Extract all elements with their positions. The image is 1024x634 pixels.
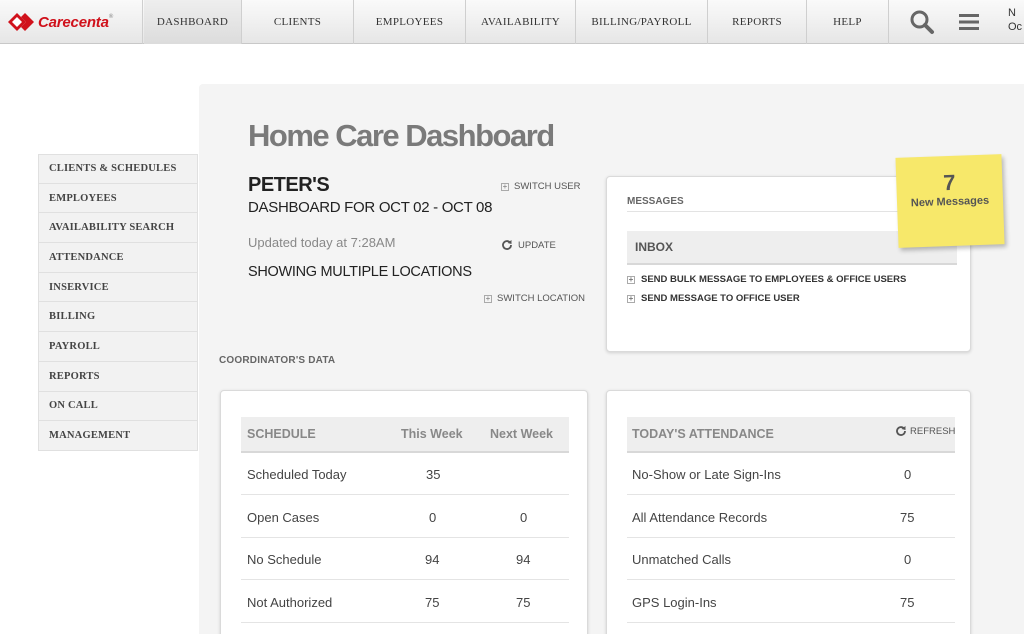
next-week-value: 75 bbox=[516, 595, 531, 610]
next-week-heading: Next Week bbox=[490, 427, 553, 441]
table-row[interactable]: No-Show or Late Sign-Ins 0 bbox=[627, 453, 955, 495]
sidebar-item-billing[interactable]: BILLING bbox=[38, 302, 198, 333]
new-messages-sticky-note[interactable]: 7 New Messages bbox=[895, 154, 1005, 248]
sidebar-item-employees[interactable]: EMPLOYEES bbox=[38, 183, 198, 214]
schedule-table-header: SCHEDULE This Week Next Week bbox=[241, 417, 569, 453]
send-bulk-message-label: SEND BULK MESSAGE TO EMPLOYEES & OFFICE … bbox=[641, 274, 907, 285]
this-week-value: 75 bbox=[425, 595, 440, 610]
brand-name: Carecenta® bbox=[38, 13, 113, 31]
this-week-value: 0 bbox=[429, 510, 437, 525]
row-label: No-Show or Late Sign-Ins bbox=[632, 467, 781, 482]
row-value: 75 bbox=[900, 595, 915, 610]
top-navigation-bar: Carecenta® DASHBOARD CLIENTS EMPLOYEES A… bbox=[0, 0, 1024, 44]
menu-icon[interactable] bbox=[952, 0, 986, 44]
table-row[interactable]: All Attendance Records 75 bbox=[627, 496, 955, 538]
next-week-value: 0 bbox=[520, 510, 528, 525]
date-range: DASHBOARD FOR OCT 02 - OCT 08 bbox=[248, 199, 493, 216]
row-value: 0 bbox=[904, 467, 912, 482]
row-label: Unmatched Calls bbox=[632, 552, 731, 567]
carecenta-logo[interactable]: Carecenta® bbox=[0, 0, 143, 44]
send-office-message-label: SEND MESSAGE TO OFFICE USER bbox=[641, 293, 800, 304]
row-label: GPS Login-Ins bbox=[632, 595, 717, 610]
this-week-heading: This Week bbox=[401, 427, 463, 441]
attendance-heading: TODAY'S ATTENDANCE bbox=[632, 427, 774, 441]
row-label: Open Cases bbox=[247, 510, 320, 525]
table-row[interactable]: Open Cases 0 0 bbox=[241, 496, 569, 538]
sidebar-item-clients-schedules[interactable]: CLIENTS & SCHEDULES bbox=[38, 154, 198, 184]
locations-label: SHOWING MULTIPLE LOCATIONS bbox=[248, 264, 472, 280]
coordinators-data-label: COORDINATOR'S DATA bbox=[219, 355, 336, 366]
sidebar-menu: CLIENTS & SCHEDULES EMPLOYEES AVAILABILI… bbox=[38, 154, 198, 451]
new-messages-label: New Messages bbox=[910, 194, 990, 210]
nav-availability[interactable]: AVAILABILITY bbox=[466, 0, 576, 44]
row-label: Scheduled Today bbox=[247, 467, 347, 482]
plus-icon: + bbox=[484, 293, 492, 303]
this-week-value: 35 bbox=[426, 467, 441, 482]
nav-help[interactable]: HELP bbox=[807, 0, 889, 44]
send-bulk-message-link[interactable]: + SEND BULK MESSAGE TO EMPLOYEES & OFFIC… bbox=[627, 274, 906, 285]
nav-reports[interactable]: REPORTS bbox=[708, 0, 807, 44]
user-info-truncated[interactable]: N Oc bbox=[1008, 6, 1022, 34]
table-row[interactable]: No Schedule 94 94 bbox=[241, 538, 569, 580]
row-label: No Schedule bbox=[247, 552, 322, 567]
row-value: 75 bbox=[900, 510, 915, 525]
sidebar-item-availability-search[interactable]: AVAILABILITY SEARCH bbox=[38, 213, 198, 244]
this-week-value: 94 bbox=[425, 552, 440, 567]
table-row[interactable]: Scheduled Today 35 bbox=[241, 453, 569, 495]
switch-user-link[interactable]: + SWITCH USER bbox=[501, 181, 581, 192]
switch-location-label: SWITCH LOCATION bbox=[497, 293, 585, 304]
search-icon[interactable] bbox=[902, 0, 942, 44]
refresh-button[interactable]: REFRESH bbox=[895, 425, 955, 437]
attendance-card: TODAY'S ATTENDANCE REFRESH No-Show or La… bbox=[606, 390, 971, 634]
nav-billing-payroll[interactable]: BILLING/PAYROLL bbox=[576, 0, 708, 44]
next-week-value: 94 bbox=[516, 552, 531, 567]
plus-icon: + bbox=[627, 274, 635, 284]
send-office-message-link[interactable]: + SEND MESSAGE TO OFFICE USER bbox=[627, 293, 800, 304]
switch-user-label: SWITCH USER bbox=[514, 181, 581, 192]
schedule-card: SCHEDULE This Week Next Week Scheduled T… bbox=[220, 390, 588, 634]
update-link[interactable]: UPDATE bbox=[501, 239, 556, 251]
agency-name: PETER'S bbox=[248, 174, 330, 196]
nav-employees[interactable]: EMPLOYEES bbox=[354, 0, 466, 44]
refresh-icon bbox=[502, 240, 512, 250]
sidebar-item-reports[interactable]: REPORTS bbox=[38, 361, 198, 392]
row-value: 0 bbox=[904, 552, 912, 567]
sidebar-item-payroll[interactable]: PAYROLL bbox=[38, 332, 198, 362]
nav-clients[interactable]: CLIENTS bbox=[242, 0, 354, 44]
plus-icon: + bbox=[627, 293, 635, 303]
switch-location-link[interactable]: + SWITCH LOCATION bbox=[484, 293, 585, 304]
logo-mark-icon bbox=[8, 13, 34, 31]
row-label: All Attendance Records bbox=[632, 510, 768, 525]
refresh-label: REFRESH bbox=[910, 425, 956, 437]
page-title: Home Care Dashboard bbox=[248, 118, 555, 153]
table-row[interactable]: GPS Login-Ins 75 bbox=[627, 581, 955, 623]
sidebar-item-attendance[interactable]: ATTENDANCE bbox=[38, 243, 198, 273]
sidebar-item-inservice[interactable]: INSERVICE bbox=[38, 272, 198, 303]
messages-heading: MESSAGES bbox=[627, 196, 684, 207]
refresh-icon bbox=[896, 426, 906, 436]
table-row[interactable]: Unmatched Calls 0 bbox=[627, 538, 955, 580]
new-messages-count: 7 bbox=[942, 169, 956, 196]
sidebar-item-management[interactable]: MANAGEMENT bbox=[38, 421, 198, 451]
update-label: UPDATE bbox=[518, 239, 556, 251]
table-row[interactable]: Not Authorized 75 75 bbox=[241, 581, 569, 623]
row-label: Not Authorized bbox=[247, 595, 333, 610]
plus-icon: + bbox=[501, 181, 509, 191]
updated-timestamp: Updated today at 7:28AM bbox=[248, 235, 396, 250]
nav-dashboard[interactable]: DASHBOARD bbox=[144, 0, 242, 44]
sidebar-item-on-call[interactable]: ON CALL bbox=[38, 391, 198, 422]
schedule-heading: SCHEDULE bbox=[247, 427, 316, 441]
